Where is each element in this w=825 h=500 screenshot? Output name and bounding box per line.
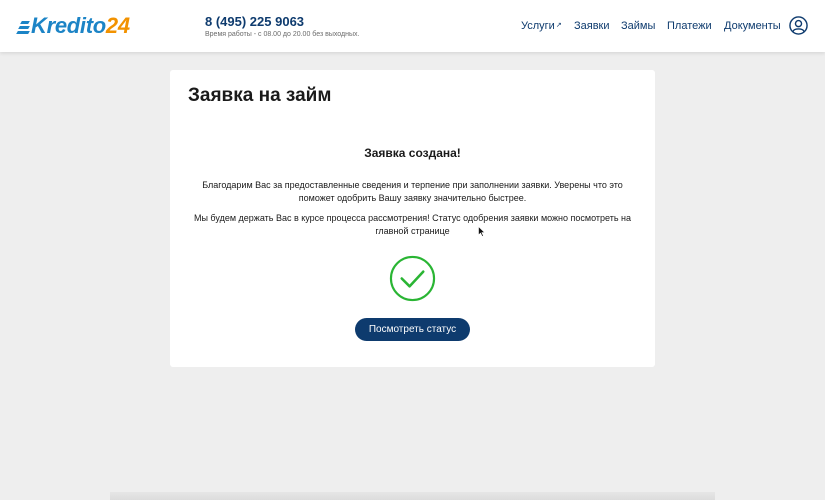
mouse-cursor-icon [478, 226, 486, 237]
logo-text: Kredito24 [31, 13, 130, 38]
thank-you-text: Благодарим Вас за предоставленные сведен… [202, 180, 623, 203]
nav-item-documents[interactable]: Документы [724, 20, 781, 32]
check-circle-icon [389, 255, 436, 302]
working-hours: Время работы - с 08.00 до 20.00 без выхо… [205, 31, 360, 38]
phone-number[interactable]: 8 (495) 225 9063 [205, 14, 304, 29]
logo-stripes-icon [16, 20, 30, 34]
external-link-icon: ↗ [555, 22, 562, 29]
bottom-shade [110, 492, 715, 500]
user-circle-icon[interactable] [789, 16, 808, 35]
view-status-button[interactable]: Посмотреть статус [355, 318, 470, 341]
nav-item-applications[interactable]: Заявки [574, 20, 610, 32]
nav-item-services[interactable]: Услуги↗ [521, 20, 562, 32]
nav-item-payments[interactable]: Платежи [667, 20, 712, 32]
nav-item-loans[interactable]: Займы [621, 20, 655, 32]
site-header: Kredito24 8 (495) 225 9063 Время работы … [0, 0, 825, 52]
status-heading: Заявка создана! [364, 146, 461, 160]
application-card: Заявка на займ Заявка создана! Благодари… [170, 70, 655, 367]
status-info-text: Мы будем держать Вас в курсе процесса ра… [193, 213, 632, 236]
logo[interactable]: Kredito24 [16, 13, 130, 38]
page-title: Заявка на займ [188, 85, 332, 106]
